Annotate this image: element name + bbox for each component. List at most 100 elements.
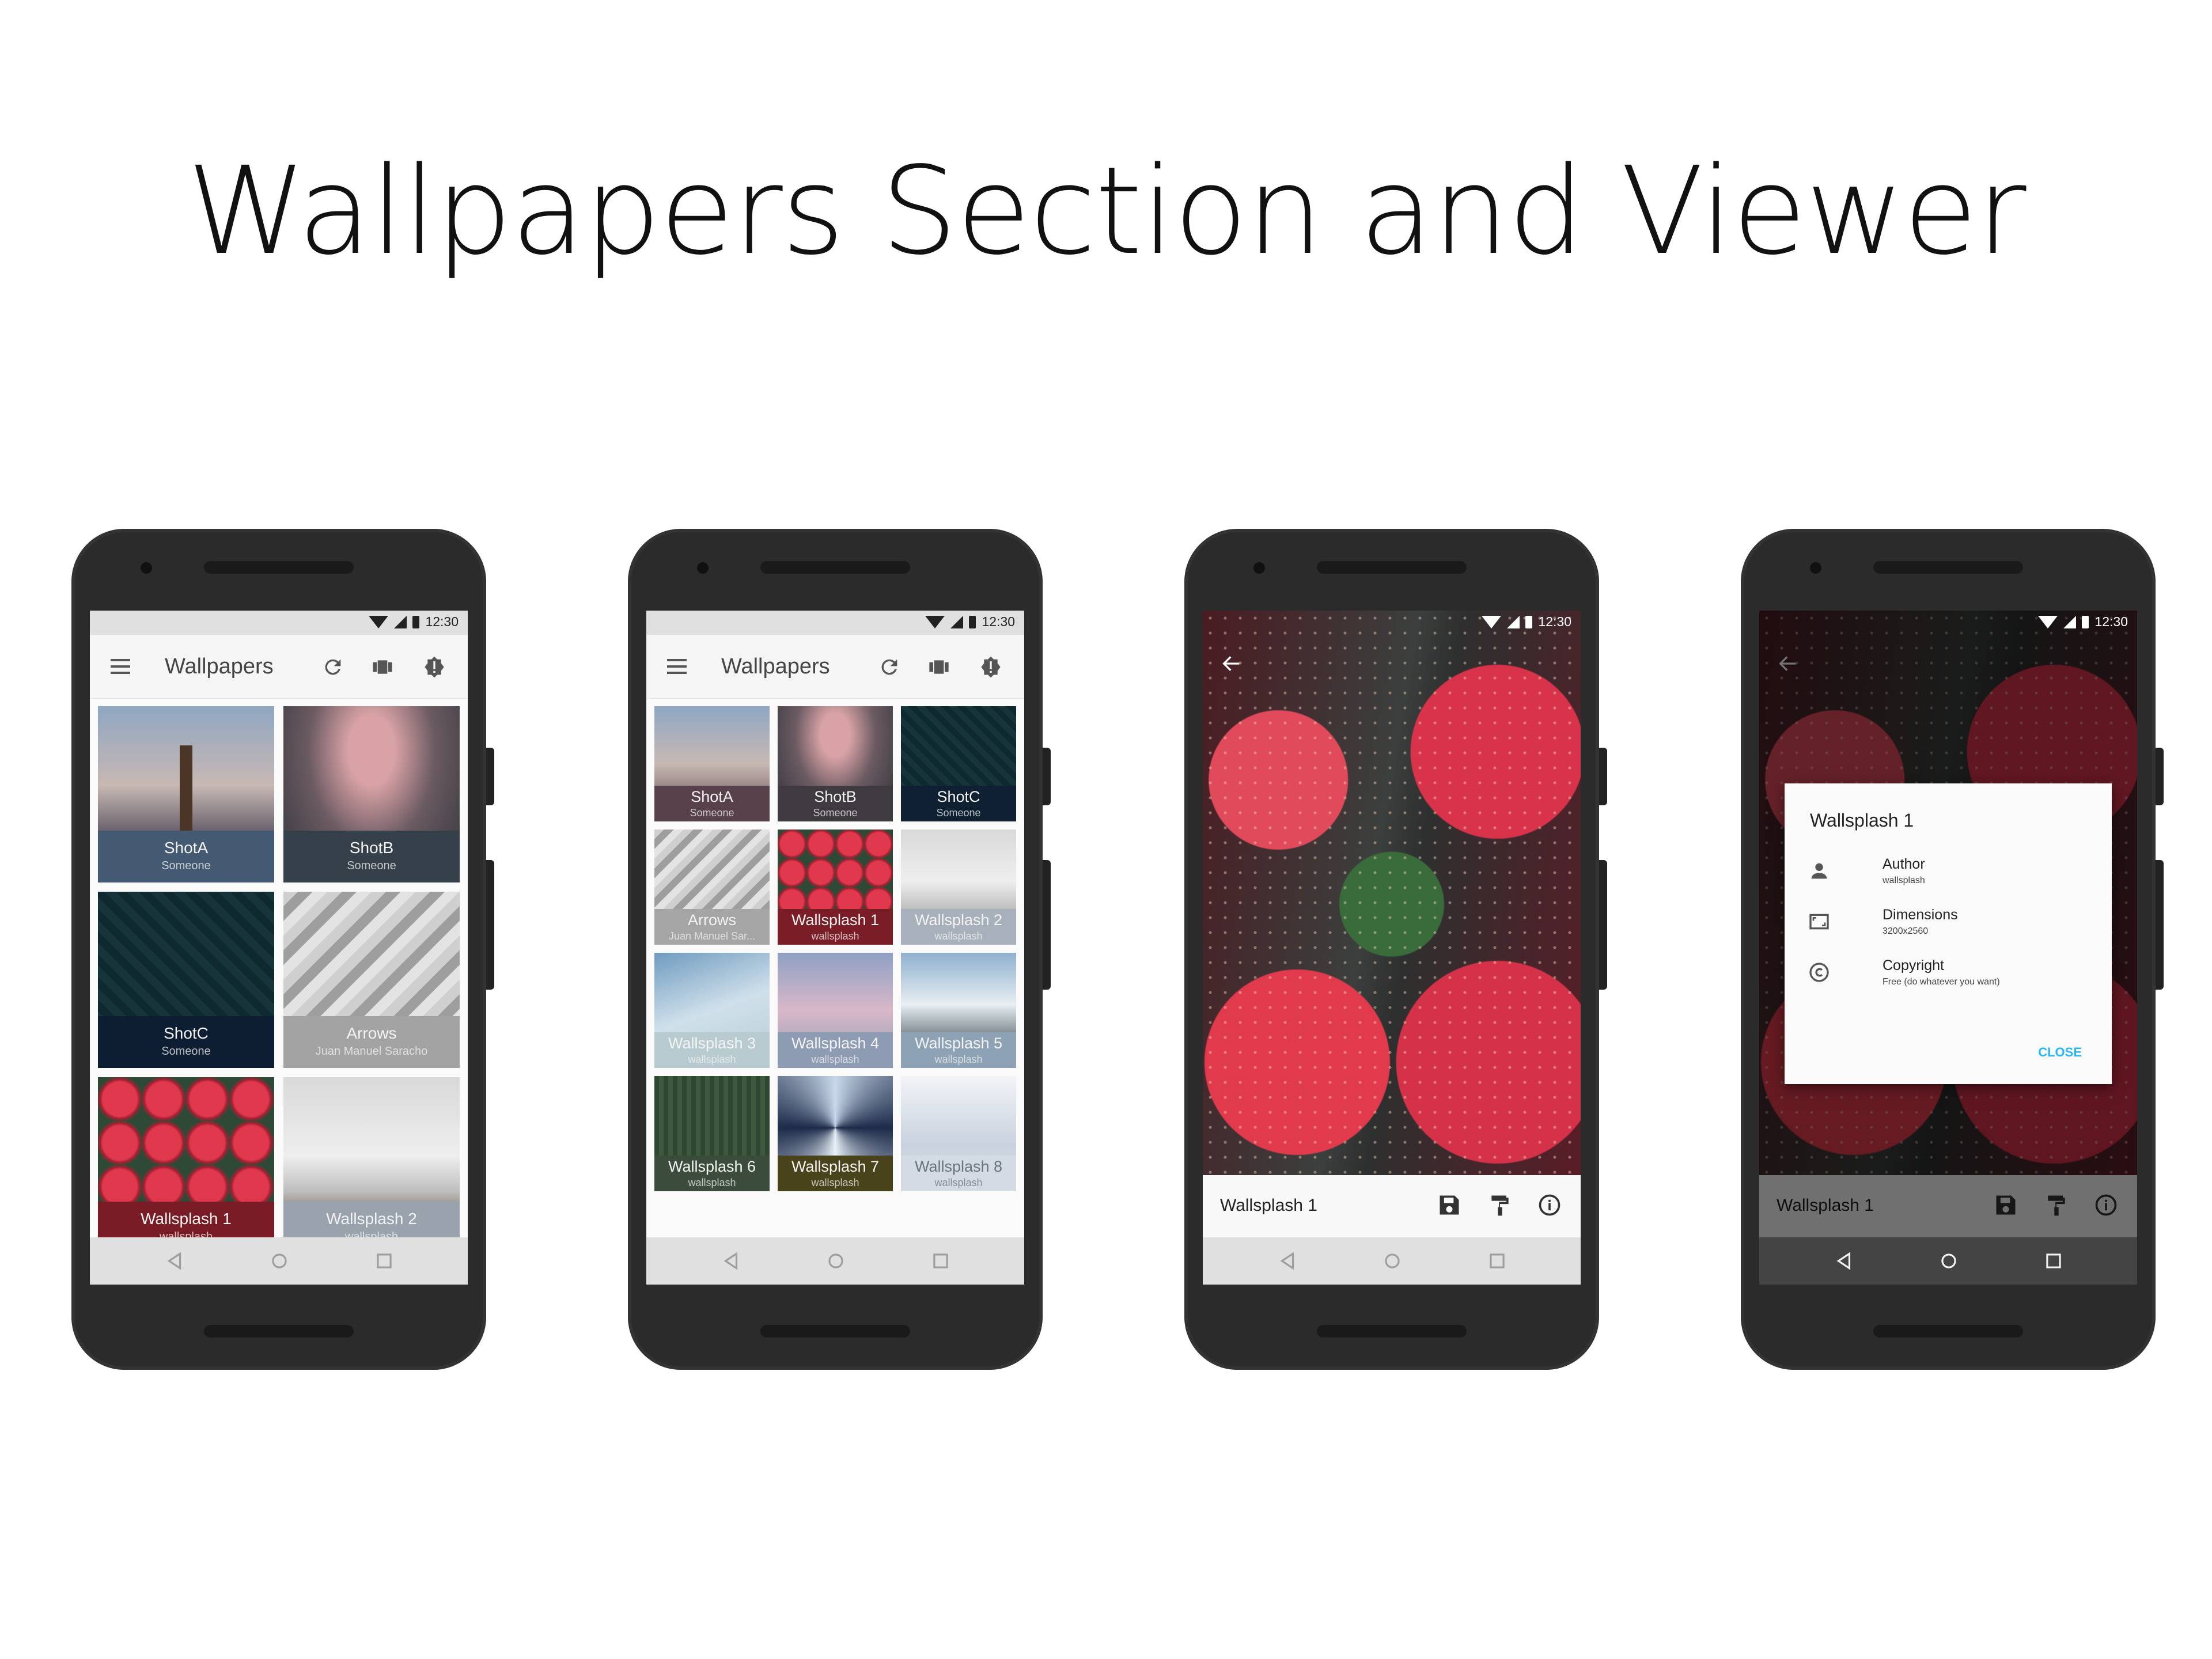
earpiece xyxy=(204,561,354,574)
dialog-title: Wallsplash 1 xyxy=(1810,810,1914,831)
app-title: Wallpapers xyxy=(165,654,274,679)
wallpaper-caption: Wallsplash 4 wallsplash xyxy=(778,1032,893,1068)
alert-badge-icon[interactable] xyxy=(979,656,1002,679)
recents-nav-icon[interactable] xyxy=(1486,1250,1508,1275)
wallpaper-caption: Wallsplash 1 wallsplash xyxy=(98,1202,274,1237)
wallpaper-author: Juan Manuel Sar... xyxy=(668,930,756,942)
wallpaper-title: Arrows xyxy=(687,911,736,929)
refresh-icon[interactable] xyxy=(321,656,344,679)
alert-badge-icon[interactable] xyxy=(423,656,446,679)
wallpaper-caption: ShotA Someone xyxy=(654,786,770,821)
wifi-icon xyxy=(2038,615,2058,628)
recents-nav-icon[interactable] xyxy=(930,1250,952,1275)
wallpaper-card[interactable]: Arrows Juan Manuel Saracho xyxy=(283,892,460,1068)
battery-icon xyxy=(2082,615,2089,628)
wallpaper-card[interactable]: Wallsplash 4 wallsplash xyxy=(778,953,893,1068)
wallpaper-card[interactable]: Wallsplash 8 wallsplash xyxy=(901,1076,1016,1191)
wallpaper-caption: ShotC Someone xyxy=(98,1016,274,1068)
app-bar: Wallpapers xyxy=(646,635,1024,699)
status-bar: 12:30 xyxy=(90,611,468,635)
wallpaper-card[interactable]: Wallsplash 1 wallsplash xyxy=(98,1077,274,1237)
wallpaper-caption: Wallsplash 1 wallsplash xyxy=(778,909,893,945)
wallpaper-title: Wallsplash 1 xyxy=(141,1210,232,1228)
back-nav-icon[interactable] xyxy=(1277,1250,1298,1275)
battery-icon xyxy=(969,615,976,628)
wallpaper-author: Someone xyxy=(347,859,396,872)
viewer-title: Wallsplash 1 xyxy=(1220,1196,1317,1215)
wallpaper-author: wallsplash xyxy=(811,1054,859,1065)
wallpaper-card[interactable]: Wallsplash 2 wallsplash xyxy=(283,1077,460,1237)
wallpaper-caption: Wallsplash 8 wallsplash xyxy=(901,1156,1016,1191)
wallpaper-caption: Arrows Juan Manuel Sar... xyxy=(654,909,770,945)
earpiece xyxy=(760,561,910,574)
recents-nav-icon[interactable] xyxy=(373,1250,395,1275)
clock-tower-shape xyxy=(180,745,192,838)
wallpaper-card[interactable]: Wallsplash 3 wallsplash xyxy=(654,953,770,1068)
wallpaper-title: Wallsplash 3 xyxy=(668,1035,756,1052)
info-icon[interactable] xyxy=(1537,1192,1562,1221)
wallpaper-author: wallsplash xyxy=(811,1177,859,1188)
wallpaper-card[interactable]: ShotA Someone xyxy=(98,706,274,882)
phone-wallpaper-details-dialog: Wallsplash 1 12:30 Wallsplash 1 Author w… xyxy=(1741,529,2164,1370)
wallpaper-author: wallsplash xyxy=(934,930,983,942)
copyright-icon xyxy=(1808,961,1831,984)
screen: 12:30 Wallsplash 1 xyxy=(1203,611,1581,1285)
wallpaper-card[interactable]: ShotC Someone xyxy=(901,706,1016,821)
menu-icon[interactable] xyxy=(111,659,130,674)
power-button xyxy=(1043,748,1051,805)
wallpaper-card[interactable]: ShotB Someone xyxy=(778,706,893,821)
wallpaper-author: Someone xyxy=(690,807,734,819)
home-nav-icon[interactable] xyxy=(268,1250,290,1275)
dialog-row-label: Dimensions xyxy=(1883,907,1958,923)
home-nav-icon[interactable] xyxy=(1938,1250,1960,1275)
wallpaper-author: Juan Manuel Saracho xyxy=(315,1045,428,1058)
columns-icon[interactable] xyxy=(371,656,394,679)
wallpaper-title: ShotB xyxy=(814,788,857,805)
refresh-icon[interactable] xyxy=(878,656,901,679)
menu-icon[interactable] xyxy=(667,659,687,674)
back-arrow-icon[interactable] xyxy=(1220,652,1243,678)
wallpaper-card[interactable]: ShotA Someone xyxy=(654,706,770,821)
wallpaper-card[interactable]: Arrows Juan Manuel Sar... xyxy=(654,830,770,945)
wallpaper-caption: ShotA Someone xyxy=(98,831,274,882)
wallpaper-card[interactable]: Wallsplash 7 wallsplash xyxy=(778,1076,893,1191)
wallpaper-title: Wallsplash 4 xyxy=(791,1035,880,1052)
volume-button xyxy=(1043,860,1051,990)
wallpaper-title: ShotB xyxy=(349,839,394,857)
wallpaper-card[interactable]: Wallsplash 1 wallsplash xyxy=(778,830,893,945)
wallpaper-card[interactable]: Wallsplash 2 wallsplash xyxy=(901,830,1016,945)
home-nav-icon[interactable] xyxy=(1381,1250,1403,1275)
wallpaper-card[interactable]: Wallsplash 5 wallsplash xyxy=(901,953,1016,1068)
wallpaper-card[interactable]: ShotC Someone xyxy=(98,892,274,1068)
wallpaper-author: wallsplash xyxy=(811,930,859,942)
wallpaper-author: wallsplash xyxy=(688,1177,736,1188)
wallpaper-author: Someone xyxy=(813,807,858,819)
back-nav-icon[interactable] xyxy=(720,1250,742,1275)
volume-button xyxy=(2156,860,2164,990)
close-button[interactable]: CLOSE xyxy=(2038,1045,2082,1060)
page-title: Wallpapers Section and Viewer xyxy=(187,141,2026,282)
power-button xyxy=(486,748,494,805)
paint-roller-icon[interactable] xyxy=(1487,1192,1513,1221)
back-nav-icon[interactable] xyxy=(1833,1250,1855,1275)
wallpaper-title: Wallsplash 2 xyxy=(914,911,1003,929)
save-icon[interactable] xyxy=(1437,1192,1462,1221)
wallpaper-title: Wallsplash 8 xyxy=(914,1158,1003,1175)
wallpaper-author: Someone xyxy=(161,1045,211,1058)
home-nav-icon[interactable] xyxy=(825,1250,847,1275)
columns-icon[interactable] xyxy=(927,656,950,679)
volume-button xyxy=(486,860,494,990)
signal-icon xyxy=(1507,615,1520,628)
back-nav-icon[interactable] xyxy=(164,1250,185,1275)
battery-icon xyxy=(412,615,420,628)
screen: 12:30 Wallpapers ShotA Someone ShotB Someo… xyxy=(90,611,468,1285)
app-bar: Wallpapers xyxy=(90,635,468,699)
wallpaper-card[interactable]: ShotB Someone xyxy=(283,706,460,882)
status-time: 12:30 xyxy=(425,614,459,629)
recents-nav-icon[interactable] xyxy=(2043,1250,2065,1275)
screen: 12:30 Wallpapers ShotA Someone ShotB Someo… xyxy=(646,611,1024,1285)
wallpaper-card[interactable]: Wallsplash 6 wallsplash xyxy=(654,1076,770,1191)
bottom-speaker xyxy=(1873,1325,2023,1338)
wallpaper-author: wallsplash xyxy=(934,1177,983,1188)
front-camera xyxy=(697,562,709,574)
